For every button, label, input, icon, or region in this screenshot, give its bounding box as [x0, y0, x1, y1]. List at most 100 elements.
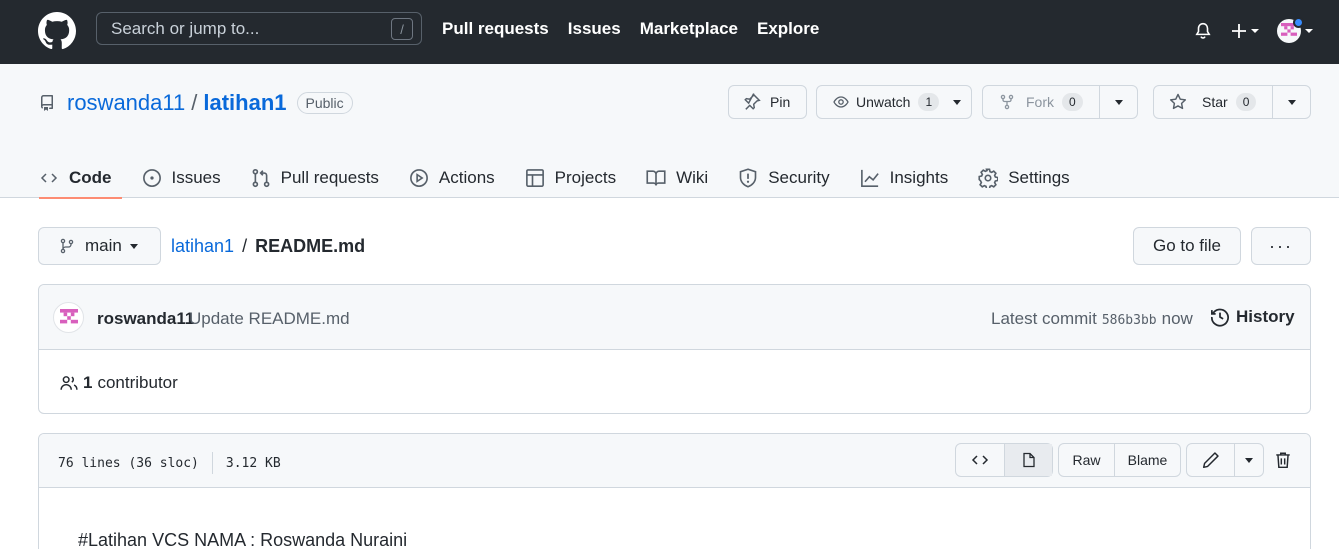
repo-owner-link[interactable]: roswanda11	[67, 90, 185, 116]
history-icon	[1210, 308, 1229, 327]
history-label: History	[1236, 307, 1295, 326]
display-rendered-button[interactable]	[1004, 444, 1052, 476]
trash-icon	[1276, 452, 1290, 469]
commit-message-link[interactable]: Update README.md	[189, 309, 350, 329]
repository-header: roswanda11 / latihan1 Public Pin Unwatch…	[0, 64, 1339, 199]
tab-security[interactable]: Security	[738, 158, 830, 198]
tab-insights-label: Insights	[889, 168, 949, 187]
nav-issues[interactable]: Issues	[568, 19, 621, 39]
tab-actions[interactable]: Actions	[409, 158, 495, 198]
latest-commit-info: Latest commit 586b3bb now	[991, 309, 1193, 329]
nav-pull-requests[interactable]: Pull requests	[442, 19, 549, 39]
commit-author-link[interactable]: roswanda11	[97, 309, 194, 329]
pin-label: Pin	[770, 94, 791, 110]
delete-file-button[interactable]	[1274, 450, 1292, 470]
chevron-down-icon	[1114, 99, 1123, 105]
go-to-file-button[interactable]: Go to file	[1133, 227, 1241, 265]
code-icon	[40, 173, 58, 183]
nav-marketplace[interactable]: Marketplace	[640, 19, 738, 39]
search-placeholder: Search or jump to...	[111, 18, 260, 38]
readme-content-line: #Latihan VCS NAMA : Roswanda Nuraini	[78, 530, 408, 549]
history-link[interactable]: History	[1210, 307, 1295, 327]
gear-icon	[978, 168, 999, 188]
avatar[interactable]	[53, 302, 84, 333]
fork-count: 0	[1062, 93, 1083, 111]
pencil-icon	[1202, 452, 1219, 469]
file-info: 76 lines (36 sloc) 3.12 KB	[58, 452, 281, 474]
shield-icon	[739, 168, 757, 188]
more-options-button[interactable]: ···	[1251, 227, 1311, 265]
edit-dropdown[interactable]	[1234, 444, 1263, 476]
create-new-button[interactable]	[1231, 23, 1259, 39]
notifications-bell-icon[interactable]	[1191, 14, 1215, 48]
star-icon	[1169, 93, 1187, 110]
book-icon	[646, 170, 666, 186]
tab-settings-label: Settings	[1008, 168, 1070, 187]
github-logo-icon[interactable]	[38, 12, 76, 50]
code-icon	[971, 455, 989, 465]
unwatch-button[interactable]: Unwatch 1	[816, 85, 972, 119]
tab-code-label: Code	[69, 168, 112, 187]
repo-title: roswanda11 / latihan1 Public	[39, 90, 353, 116]
chevron-down-icon	[953, 99, 962, 105]
play-icon	[409, 169, 428, 187]
tab-wiki[interactable]: Wiki	[646, 158, 708, 198]
search-input[interactable]: Search or jump to... /	[96, 12, 422, 45]
fork-dropdown[interactable]	[1099, 86, 1137, 118]
contributors-count: 1	[83, 373, 93, 392]
issue-icon	[142, 169, 161, 187]
fork-label: Fork	[1026, 94, 1054, 110]
visibility-badge: Public	[296, 92, 353, 114]
breadcrumb-file-name: README.md	[255, 236, 366, 256]
latest-commit-label: Latest commit	[991, 309, 1097, 328]
people-icon	[60, 376, 78, 390]
edit-group	[1186, 443, 1264, 477]
chevron-down-icon	[129, 243, 138, 249]
repo-name-link[interactable]: latihan1	[203, 90, 286, 116]
blame-button[interactable]: Blame	[1114, 444, 1180, 476]
search-shortcut-key: /	[391, 18, 413, 40]
star-dropdown[interactable]	[1272, 86, 1310, 118]
pin-button[interactable]: Pin	[728, 85, 807, 119]
tab-code[interactable]: Code	[39, 158, 121, 199]
fork-button[interactable]: Fork 0	[982, 85, 1138, 119]
branch-icon	[60, 238, 74, 254]
branch-selector[interactable]: main	[38, 227, 161, 265]
view-toggle	[955, 443, 1053, 477]
tab-projects[interactable]: Projects	[525, 158, 616, 198]
tab-projects-label: Projects	[554, 168, 617, 187]
tab-issues-label: Issues	[171, 168, 221, 187]
file-size: 3.12 KB	[225, 455, 281, 471]
file-lines-info: 76 lines (36 sloc)	[58, 455, 199, 471]
chevron-down-icon	[1287, 99, 1296, 105]
breadcrumb: latihan1 / README.md	[171, 236, 365, 257]
edit-file-button[interactable]	[1187, 444, 1234, 476]
pin-icon	[744, 93, 761, 110]
commit-row: roswanda11 Update README.md Latest commi…	[39, 285, 1310, 350]
tab-issues[interactable]: Issues	[142, 158, 221, 198]
divider	[211, 452, 213, 474]
display-source-button[interactable]	[956, 444, 1004, 476]
header-actions	[1191, 14, 1313, 48]
user-menu-button[interactable]	[1277, 17, 1313, 43]
commit-time: now	[1161, 309, 1193, 328]
unwatch-label: Unwatch	[856, 94, 911, 110]
fork-icon	[1000, 94, 1014, 110]
commit-sha-link[interactable]: 586b3bb	[1102, 313, 1157, 328]
tab-actions-label: Actions	[438, 168, 495, 187]
repo-icon	[41, 95, 53, 111]
star-button[interactable]: Star 0	[1153, 85, 1311, 119]
branch-name: main	[85, 236, 122, 255]
contributors-link[interactable]: 1 contributor	[59, 373, 178, 393]
tab-settings[interactable]: Settings	[978, 158, 1070, 198]
file-header: 76 lines (36 sloc) 3.12 KB Raw Blame	[39, 434, 1310, 488]
breadcrumb-repo-link[interactable]: latihan1	[171, 236, 234, 257]
global-nav: Pull requests Issues Marketplace Explore	[442, 19, 838, 39]
global-header: Search or jump to... / Pull requests Iss…	[0, 0, 1339, 64]
raw-button[interactable]: Raw	[1059, 444, 1114, 476]
tab-insights[interactable]: Insights	[860, 158, 949, 198]
nav-explore[interactable]: Explore	[757, 19, 819, 39]
tab-wiki-label: Wiki	[676, 168, 709, 187]
tab-pull-requests[interactable]: Pull requests	[251, 158, 379, 198]
latest-commit-box: roswanda11 Update README.md Latest commi…	[38, 284, 1311, 414]
